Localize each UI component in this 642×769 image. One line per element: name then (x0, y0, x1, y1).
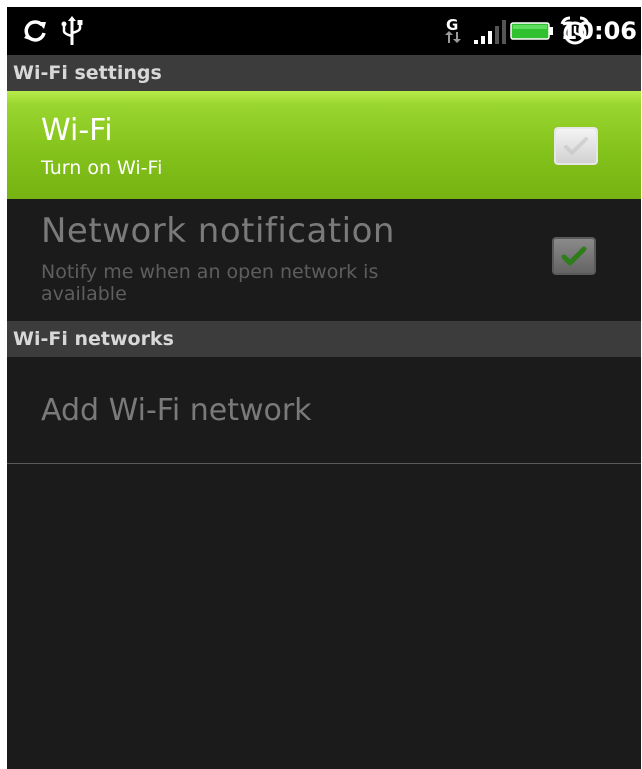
wifi-title: Wi-Fi (41, 113, 113, 148)
wifi-summary: Turn on Wi-Fi (41, 157, 163, 179)
network-notification-title: Network notification (41, 211, 395, 251)
add-wifi-network-label: Add Wi-Fi network (41, 393, 312, 428)
add-wifi-network-row[interactable]: Add Wi-Fi network (7, 357, 641, 463)
sync-icon (17, 7, 53, 55)
svg-text:G: G (446, 16, 458, 34)
gprs-data-icon: G (439, 7, 465, 55)
wifi-toggle-row[interactable]: Wi-Fi Turn on Wi-Fi (7, 91, 641, 199)
usb-icon (57, 7, 87, 55)
wifi-checkbox[interactable] (554, 127, 598, 165)
checkmark-icon (561, 246, 587, 266)
network-notification-checkbox[interactable] (552, 237, 596, 275)
screen: G 10:06 Wi-Fi settings Wi-Fi Turn on Wi-… (7, 7, 641, 769)
status-time: 10:06 (560, 17, 637, 45)
network-notification-summary-line1: Notify me when an open network is (41, 261, 379, 283)
network-notification-row[interactable]: Network notification Notify me when an o… (7, 199, 641, 311)
battery-icon (509, 7, 555, 55)
checkmark-outline-icon (564, 137, 588, 155)
status-bar: G 10:06 (7, 7, 641, 55)
signal-icon (471, 7, 507, 55)
section-header-wifi-networks: Wi-Fi networks (7, 321, 641, 357)
list-divider (7, 463, 641, 464)
network-notification-summary-line2: available (41, 283, 127, 305)
section-header-wifi-settings: Wi-Fi settings (7, 55, 641, 91)
